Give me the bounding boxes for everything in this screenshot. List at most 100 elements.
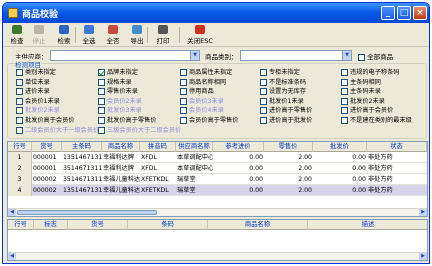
column-header[interactable]: 供应商名称 xyxy=(176,142,213,152)
column-header[interactable]: 商品名称 xyxy=(102,142,140,152)
scroll-right-icon[interactable]: ▶ xyxy=(419,253,427,260)
check-option-28[interactable]: 进价高于批发价 xyxy=(260,117,312,125)
check-option-10[interactable]: 进价未录 xyxy=(16,88,50,96)
toolbar-button-5[interactable]: 导出 xyxy=(126,24,148,46)
toolbar-button-3[interactable]: 全选 xyxy=(78,24,100,46)
checkbox-box[interactable] xyxy=(16,107,23,115)
check-option-2[interactable]: 商品属性未指定 xyxy=(180,69,232,77)
checkbox-box[interactable] xyxy=(16,117,23,124)
toolbar-button-4[interactable]: 全否 xyxy=(102,24,124,46)
check-option-9[interactable]: 主条码相同 xyxy=(341,78,381,87)
scroll-right-icon[interactable]: ▶ xyxy=(419,209,427,216)
checkbox-box[interactable] xyxy=(98,78,105,86)
minimize-button[interactable]: _ xyxy=(381,6,395,20)
check-option-5[interactable]: 单位未录 xyxy=(16,78,50,87)
checkbox-box[interactable] xyxy=(341,97,348,105)
check-option-27[interactable]: 会员价高于零售价 xyxy=(180,117,239,125)
check-option-15[interactable]: 会员价1未录 xyxy=(16,97,60,106)
check-option-0[interactable]: 类别未指定 xyxy=(16,69,56,77)
chevron-down-icon[interactable]: ▼ xyxy=(190,51,199,60)
checkbox-box[interactable] xyxy=(98,88,105,96)
check-option-17[interactable]: 会员价3未录 xyxy=(180,97,224,106)
column-header[interactable]: 行号 xyxy=(8,142,32,152)
checkbox-box[interactable] xyxy=(260,97,267,105)
toolbar-button-0[interactable]: 检查 xyxy=(7,24,27,46)
check-option-23[interactable]: 进价高于零售价 xyxy=(260,107,312,115)
check-option-1[interactable]: 品牌未指定 xyxy=(98,69,138,77)
check-option-20[interactable]: 批发价2未录 xyxy=(16,107,60,115)
checkbox-box[interactable] xyxy=(180,117,187,124)
column-header[interactable]: 条码 xyxy=(128,220,208,230)
check-option-19[interactable]: 批发价2未录 xyxy=(341,97,385,106)
checkbox-box[interactable] xyxy=(16,88,23,96)
checkbox-box[interactable] xyxy=(180,69,187,76)
column-header[interactable]: 参考进价 xyxy=(213,142,264,152)
title-bar[interactable]: 商品校验 _ □ × xyxy=(3,3,429,23)
column-header[interactable]: 主条码 xyxy=(62,142,102,152)
horizontal-scrollbar[interactable]: ◀ ▶ xyxy=(8,208,427,216)
check-option-11[interactable]: 零售价未录 xyxy=(98,88,138,96)
check-option-8[interactable]: 不是标准条码 xyxy=(260,78,306,87)
column-header[interactable]: 货号 xyxy=(32,142,62,152)
checkbox-box[interactable] xyxy=(98,117,105,124)
check-option-24[interactable]: 进价高于会员价 xyxy=(341,107,393,115)
check-option-18[interactable]: 批发价1未录 xyxy=(260,97,304,106)
checkbox-box[interactable] xyxy=(341,117,348,124)
check-option-21[interactable]: 批发价3未录 xyxy=(98,107,142,115)
checkbox-box[interactable] xyxy=(260,107,267,115)
checkbox-box[interactable] xyxy=(358,53,365,61)
checkbox-box[interactable] xyxy=(98,69,105,76)
check-option-6[interactable]: 规格未录 xyxy=(98,78,132,87)
check-option-31[interactable]: 三级会员价大于二级会员价 xyxy=(98,126,181,135)
checkbox-box[interactable] xyxy=(260,88,267,96)
check-option-22[interactable]: 会员价4未录 xyxy=(180,107,224,115)
check-option-16[interactable]: 会员价2未录 xyxy=(98,97,142,106)
checkbox-box[interactable] xyxy=(180,78,187,86)
column-header[interactable]: 货号 xyxy=(68,220,128,230)
checkbox-box[interactable] xyxy=(341,78,348,86)
checkbox-box[interactable] xyxy=(98,126,105,134)
checkbox-box[interactable] xyxy=(180,97,187,105)
scroll-left-icon[interactable]: ◀ xyxy=(8,209,16,216)
checkbox-box[interactable] xyxy=(260,117,267,124)
check-option-14[interactable]: 主条码未录 xyxy=(341,88,381,96)
column-header[interactable]: 批发价 xyxy=(313,142,367,152)
check-option-30[interactable]: 二级会员价大于一级会员价 xyxy=(16,126,99,135)
check-option-26[interactable]: 批发价高于零售价 xyxy=(98,117,157,125)
table-row[interactable]: 1000001 1351467131128幸福利达牌 XFDL 本草调配中心 0.00 2… xyxy=(8,152,427,163)
column-header[interactable]: 商品名称 xyxy=(208,220,308,230)
checkbox-box[interactable] xyxy=(98,97,105,105)
maximize-button[interactable]: □ xyxy=(397,6,411,20)
check-option-4[interactable]: 违规的电子称条码 xyxy=(341,69,400,77)
toolbar-button-7[interactable]: 关闭ESC xyxy=(185,24,215,46)
chevron-down-icon[interactable]: ▼ xyxy=(342,51,351,60)
supplier-combo[interactable]: ▼ xyxy=(50,50,200,61)
column-header[interactable]: 零售价 xyxy=(264,142,313,152)
check-option-7[interactable]: 商品名称相同 xyxy=(180,78,226,87)
column-header[interactable]: 标志 xyxy=(34,220,68,230)
checkbox-box[interactable] xyxy=(180,107,187,115)
scroll-thumb[interactable] xyxy=(17,210,157,215)
table-row[interactable]: 3000002 351467131128幸福儿童科达牌XFETKDL 瑞草堂 0.00… xyxy=(8,174,427,185)
column-header[interactable]: 拼音码 xyxy=(140,142,176,152)
scroll-left-icon[interactable]: ◀ xyxy=(8,253,16,260)
check-option-29[interactable]: 不是建在类别的最末级 xyxy=(341,117,412,125)
check-option-12[interactable]: 停用商品 xyxy=(180,88,214,96)
check-option-3[interactable]: 专柜未指定 xyxy=(260,69,300,77)
column-header[interactable]: 行号 xyxy=(8,220,34,230)
column-header[interactable]: 状态 xyxy=(367,142,427,152)
checkbox-box[interactable] xyxy=(341,107,348,115)
checkbox-box[interactable] xyxy=(341,88,348,96)
close-window-button[interactable]: × xyxy=(413,6,427,20)
toolbar-button-6[interactable]: 打印 xyxy=(151,24,175,46)
checkbox-box[interactable] xyxy=(16,78,23,86)
checkbox-box[interactable] xyxy=(16,126,23,134)
checkbox-box[interactable] xyxy=(180,88,187,96)
table-row[interactable]: 2000001 351467131128幸福利达牌 XFDL 本草调配中心 0.00 2.… xyxy=(8,163,427,174)
category-combo[interactable]: ▼ xyxy=(240,50,352,61)
toolbar-button-2[interactable]: 检索 xyxy=(53,24,75,46)
check-option-25[interactable]: 批发价高于会员价 xyxy=(16,117,75,125)
check-option-13[interactable]: 设置为无库存 xyxy=(260,88,306,96)
table-row[interactable]: 4000002 1351467131128幸福儿童科达牌XFETKDL 瑞草堂 0.0… xyxy=(8,185,427,196)
all-goods-checkbox[interactable]: 全部商品 xyxy=(358,51,393,61)
